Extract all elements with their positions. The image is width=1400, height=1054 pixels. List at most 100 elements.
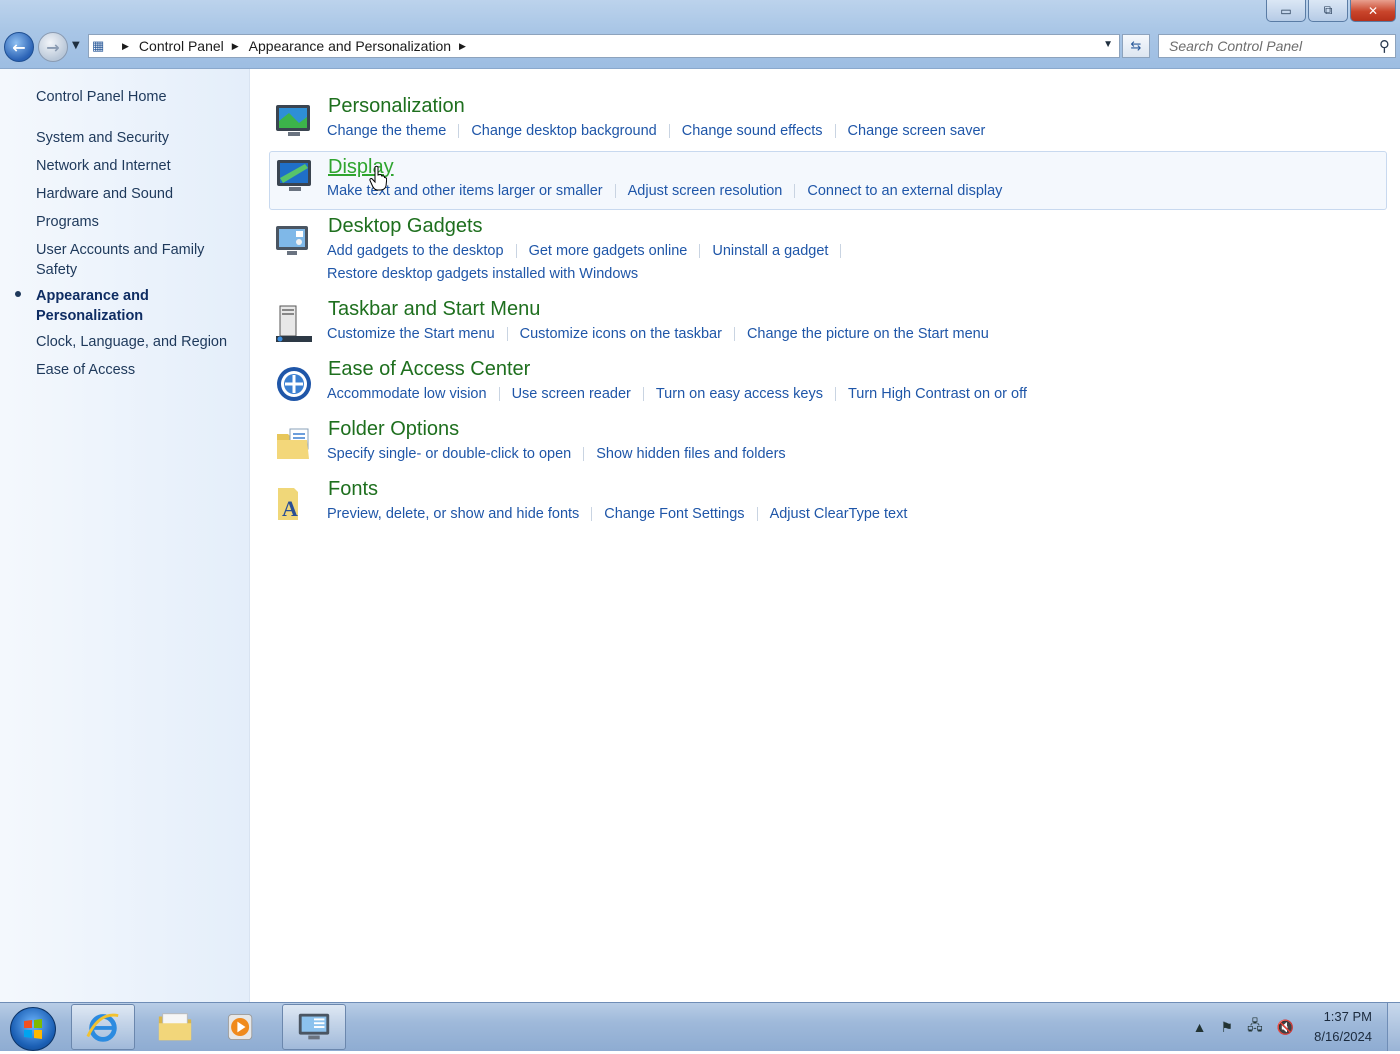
ease-of-access-icon[interactable] [274, 364, 314, 404]
task-link[interactable]: Change the theme [327, 123, 446, 139]
breadcrumb-chevron-icon[interactable]: ▶ [232, 41, 239, 52]
action-center-flag-icon[interactable]: ⚑ [1221, 1019, 1234, 1036]
task-link[interactable]: Use screen reader [512, 386, 631, 402]
separator [756, 507, 758, 522]
network-icon[interactable]: 🖧 [1247, 1015, 1263, 1039]
category-title[interactable]: Personalization [328, 95, 465, 118]
task-link[interactable]: Restore desktop gadgets installed with W… [327, 266, 638, 282]
personalization-icon[interactable] [274, 101, 314, 141]
main-content: Personalization Change the theme Change d… [250, 69, 1400, 1002]
taskbar-media-player[interactable] [209, 1004, 273, 1050]
search-box[interactable]: ⚲ [1158, 34, 1396, 58]
task-link[interactable]: Specify single- or double-click to open [327, 446, 571, 462]
minimize-button[interactable]: ▭ [1266, 0, 1306, 22]
maximize-button[interactable]: ⧉ [1308, 0, 1348, 22]
category-links: Specify single- or double-click to open S… [327, 443, 1377, 466]
back-button[interactable]: ← [4, 32, 34, 62]
forward-arrow-icon: → [46, 37, 60, 57]
breadcrumb-chevron-icon[interactable]: ▶ [122, 41, 129, 52]
window-title-bar: ▭ ⧉ ✕ ← → ▼ ▦ ▶ Control Panel ▶ Appearan… [0, 0, 1400, 69]
folder-options-icon[interactable] [274, 424, 314, 464]
category-links: Add gadgets to the desktop Get more gadge… [327, 240, 1377, 286]
taskbar-windows-explorer[interactable] [143, 1004, 207, 1050]
category-title[interactable]: Folder Options [328, 418, 459, 441]
task-link[interactable]: Show hidden files and folders [596, 446, 785, 462]
show-hidden-icons-icon[interactable]: ▲ [1193, 1019, 1207, 1035]
task-link[interactable]: Change Font Settings [604, 506, 744, 522]
task-link[interactable]: Accommodate low vision [327, 386, 487, 402]
start-button[interactable] [10, 1007, 56, 1051]
sidebar-item-appearance[interactable]: Appearance and Personalization [36, 286, 196, 326]
address-bar[interactable]: ▦ ▶ Control Panel ▶ Appearance and Perso… [88, 34, 1120, 58]
sidebar-item-programs[interactable]: Programs [36, 212, 236, 232]
breadcrumb-control-panel[interactable]: Control Panel [139, 38, 224, 54]
clock[interactable]: 1:37 PM 8/16/2024 [1314, 1007, 1372, 1047]
search-icon[interactable]: ⚲ [1379, 37, 1390, 55]
taskbar-internet-explorer[interactable] [71, 1004, 135, 1050]
task-link[interactable]: Change the picture on the Start menu [747, 326, 989, 342]
fonts-icon[interactable]: A [274, 484, 314, 524]
task-link[interactable]: Turn on easy access keys [656, 386, 823, 402]
category-desktop-gadgets: Desktop Gadgets Add gadgets to the deskt… [270, 215, 1386, 287]
gadgets-icon[interactable] [274, 221, 314, 261]
task-link[interactable]: Get more gadgets online [529, 243, 688, 259]
separator [614, 184, 616, 199]
minimize-icon: ▭ [1280, 3, 1292, 18]
sidebar-item-hardware-sound[interactable]: Hardware and Sound [36, 184, 236, 204]
sidebar-item-clock-language[interactable]: Clock, Language, and Region [36, 332, 236, 352]
sidebar-item-ease-of-access[interactable]: Ease of Access [36, 360, 236, 380]
task-link[interactable]: Connect to an external display [807, 183, 1002, 199]
search-input[interactable] [1167, 37, 1371, 55]
separator [642, 387, 644, 402]
taskbar-control-panel[interactable] [282, 1004, 346, 1050]
task-link[interactable]: Change sound effects [682, 123, 823, 139]
forward-button[interactable]: → [38, 32, 68, 62]
taskbar-icon[interactable] [274, 304, 314, 344]
category-links: Change the theme Change desktop backgroun… [327, 120, 1377, 143]
breadcrumb-appearance[interactable]: Appearance and Personalization [249, 38, 451, 54]
refresh-button[interactable]: ⇆ [1122, 34, 1150, 58]
separator [515, 244, 517, 259]
close-icon: ✕ [1367, 3, 1379, 18]
show-desktop-button[interactable] [1387, 1003, 1400, 1051]
active-bullet-icon [15, 291, 21, 297]
category-title[interactable]: Ease of Access Center [328, 358, 530, 381]
category-links: Accommodate low vision Use screen reader T… [327, 383, 1377, 406]
media-player-icon [227, 1013, 253, 1041]
separator [668, 124, 670, 139]
taskbar: ▲ ⚑ 🖧 🔇 1:37 PM 8/16/2024 [0, 1002, 1400, 1051]
sidebar: Control Panel Home System and Security N… [0, 69, 250, 1002]
sidebar-item-user-accounts[interactable]: User Accounts and Family Safety [36, 240, 216, 280]
category-title[interactable]: Taskbar and Start Menu [328, 298, 540, 321]
breadcrumb-chevron-icon[interactable]: ▶ [459, 41, 466, 52]
task-link[interactable]: Change screen saver [848, 123, 986, 139]
category-taskbar-start-menu: Taskbar and Start Menu Customize the Sta… [270, 298, 1386, 348]
sidebar-item-network[interactable]: Network and Internet [36, 156, 236, 176]
category-personalization: Personalization Change the theme Change d… [270, 95, 1386, 145]
task-link[interactable]: Turn High Contrast on or off [848, 386, 1027, 402]
task-link[interactable]: Adjust ClearType text [770, 506, 908, 522]
hand-cursor-icon [369, 165, 387, 191]
folder-icon [158, 1013, 192, 1041]
address-dropdown-icon[interactable]: ▼ [1103, 39, 1113, 50]
sidebar-item-home[interactable]: Control Panel Home [36, 87, 236, 107]
display-icon[interactable] [275, 156, 315, 196]
task-link[interactable]: Change desktop background [471, 123, 656, 139]
recent-pages-dropdown[interactable]: ▼ [72, 40, 80, 51]
task-link[interactable]: Customize icons on the taskbar [520, 326, 722, 342]
volume-muted-icon[interactable]: 🔇 [1277, 1019, 1294, 1036]
category-title[interactable]: Fonts [328, 478, 378, 501]
task-link[interactable]: Uninstall a gadget [712, 243, 828, 259]
window-controls: ▭ ⧉ ✕ [1266, 0, 1396, 22]
task-link[interactable]: Add gadgets to the desktop [327, 243, 504, 259]
task-link[interactable]: Customize the Start menu [327, 326, 495, 342]
sidebar-item-system-security[interactable]: System and Security [36, 128, 236, 148]
separator [699, 244, 701, 259]
category-links: Customize the Start menu Customize icons … [327, 323, 1377, 346]
task-link[interactable]: Adjust screen resolution [628, 183, 783, 199]
close-button[interactable]: ✕ [1350, 0, 1396, 22]
separator [591, 507, 593, 522]
task-link[interactable]: Preview, delete, or show and hide fonts [327, 506, 579, 522]
clock-date: 8/16/2024 [1314, 1029, 1372, 1044]
category-title[interactable]: Desktop Gadgets [328, 215, 483, 238]
